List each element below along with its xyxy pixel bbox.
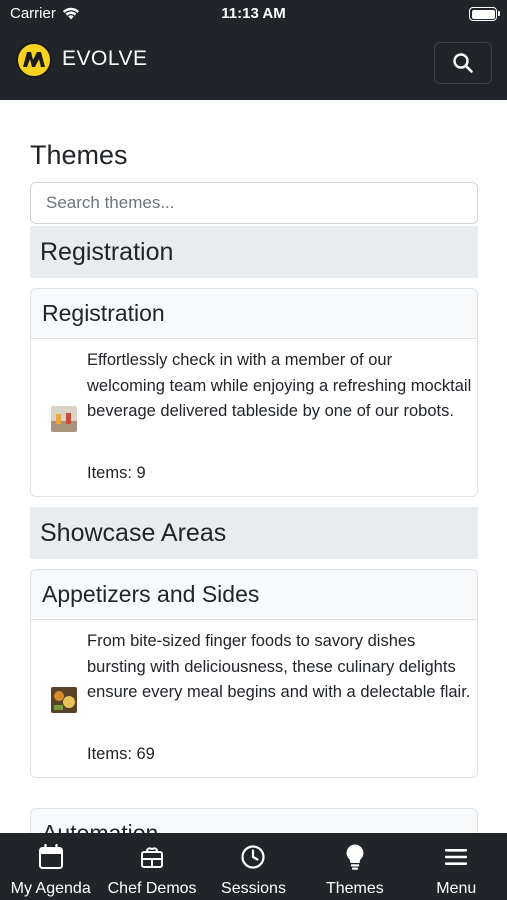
chef-hat-icon [141,847,164,868]
card-item-count: Items: 69 [87,745,155,763]
card-item-count: Items: 9 [87,464,146,482]
battery-icon [469,7,500,21]
theme-card-automation[interactable]: Automation [30,808,478,833]
hamburger-menu-icon [445,849,468,865]
tab-label: Sessions [221,880,286,897]
section-header-showcase-areas: Showcase Areas [30,507,478,559]
card-description: From bite-sized finger foods to savory d… [87,632,471,702]
evolve-logo[interactable] [16,42,52,78]
tab-my-agenda[interactable]: My Agenda [0,833,101,900]
food-image-icon [51,687,77,713]
tab-sessions[interactable]: Sessions [203,833,304,900]
theme-card-registration[interactable]: Registration Effortlessly check in with … [30,288,478,497]
card-description: Effortlessly check in with a member of o… [87,351,472,421]
tab-label: My Agenda [10,880,91,897]
tab-label: Menu [436,880,477,897]
top-navbar: EVOLVE [0,28,507,100]
section-header-registration: Registration [30,226,478,278]
registration-thumbnail [51,406,77,432]
appetizers-thumbnail [51,687,77,713]
search-icon [453,53,473,73]
card-title[interactable]: Automation [31,809,477,833]
page-title: Themes [30,140,128,170]
calendar-icon [38,844,63,869]
tab-themes[interactable]: Themes [304,833,405,900]
tab-menu[interactable]: Menu [406,833,507,900]
themes-content[interactable]: Themes Registration Registration Effortl… [30,100,478,833]
tab-label: Chef Demos [107,880,197,897]
tab-label: Themes [325,880,384,897]
status-time: 11:13 AM [221,5,286,22]
tab-chef-demos[interactable]: Chef Demos [101,833,202,900]
brand-title[interactable]: EVOLVE [62,47,147,71]
theme-card-appetizers[interactable]: Appetizers and Sides From bite-sized fin… [30,569,478,778]
clock-icon [241,845,266,869]
card-title[interactable]: Appetizers and Sides [31,570,477,620]
card-title[interactable]: Registration [31,289,477,339]
status-bar: Carrier 11:13 AM [0,0,507,28]
search-button[interactable] [434,42,492,84]
bottom-tab-bar: My Agenda Chef Demos Sessions Themes Men… [0,833,507,900]
drink-image-icon [51,406,77,432]
lightbulb-icon [346,844,364,870]
search-themes-input[interactable] [30,182,478,224]
logo-mark-icon [23,52,45,67]
